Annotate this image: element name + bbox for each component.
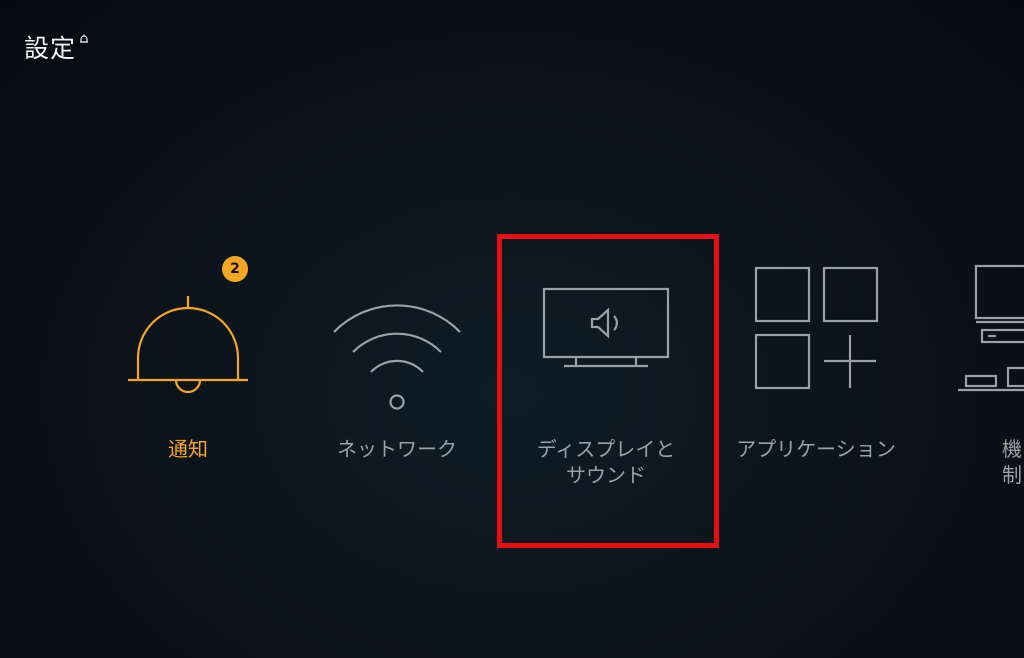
devices-icon [958, 264, 1024, 392]
menu-item-applications[interactable]: アプリケーション [716, 230, 916, 530]
menu-item-network[interactable]: ネットワーク [297, 230, 497, 530]
menu-item-label: アプリケーション [736, 437, 896, 461]
notification-bell-icon [80, 34, 89, 43]
menu-item-notifications[interactable]: 2 通知 [88, 230, 288, 530]
menu-item-devices[interactable]: 機 制 [916, 230, 1024, 530]
tv-speaker-icon [542, 287, 670, 368]
menu-item-display-sound[interactable]: ディスプレイと サウンド [506, 230, 706, 530]
menu-item-label: ディスプレイと サウンド [536, 437, 676, 487]
wifi-icon [333, 304, 461, 410]
bell-icon [128, 296, 248, 394]
menu-item-label: ネットワーク [337, 437, 457, 461]
notification-badge: 2 [222, 256, 248, 282]
apps-grid-icon [754, 266, 879, 390]
menu-item-label: 通知 [168, 437, 208, 461]
header: 設定 [24, 34, 90, 63]
menu-item-label: 機 制 [1002, 437, 1022, 487]
page-title: 設定 [24, 34, 77, 63]
